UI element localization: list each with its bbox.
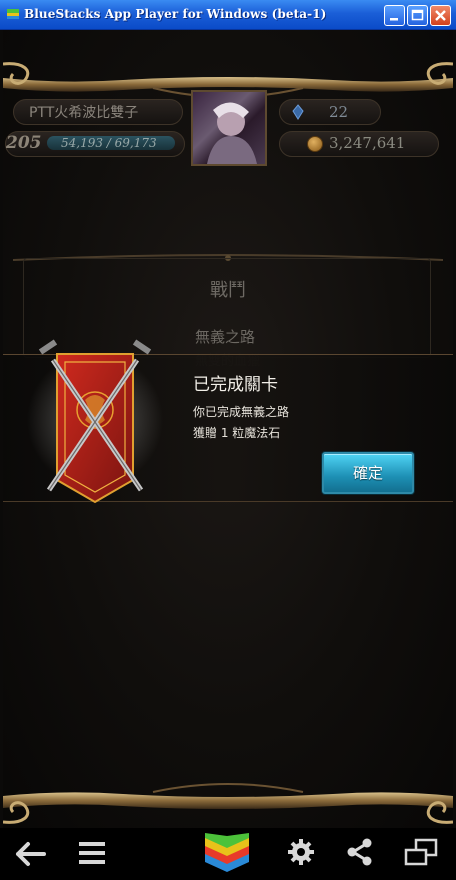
crossed-swords-banner-icon bbox=[27, 339, 163, 504]
navigation-bar bbox=[0, 828, 456, 880]
share-icon[interactable] bbox=[346, 838, 374, 866]
confirm-button[interactable]: 確定 bbox=[322, 452, 414, 494]
gem-count: 22 bbox=[329, 103, 349, 121]
player-avatar[interactable] bbox=[191, 90, 267, 166]
magic-stone-icon bbox=[292, 104, 304, 120]
gold-coin-icon bbox=[307, 136, 323, 152]
maximize-icon[interactable] bbox=[407, 5, 428, 26]
avatar-portrait-icon bbox=[207, 102, 257, 164]
back-icon[interactable] bbox=[14, 840, 48, 868]
dialog-message-line2: 獲贈 1 粒魔法石 bbox=[193, 426, 281, 440]
player-name: PTT火希波比雙子 bbox=[29, 105, 139, 121]
close-icon[interactable] bbox=[430, 5, 451, 26]
minimize-icon[interactable] bbox=[384, 5, 405, 26]
gold-count: 3,247,641 bbox=[329, 134, 406, 152]
dialog-message-line1: 你已完成無義之路 bbox=[193, 405, 290, 419]
dialog-title: 已完成關卡 bbox=[193, 375, 278, 395]
game-screen: PTT火希波比雙子 205 54,193 / 69,173 22 3,247,6… bbox=[3, 30, 453, 828]
menu-icon[interactable] bbox=[78, 840, 106, 866]
stage-name[interactable]: 無義之路 bbox=[195, 326, 255, 347]
settings-icon[interactable] bbox=[287, 838, 315, 866]
bottom-ornament-frame bbox=[3, 783, 453, 824]
bluestacks-logo-icon[interactable] bbox=[202, 832, 252, 876]
window-titlebar[interactable]: BlueStacks App Player for Windows (beta-… bbox=[0, 0, 456, 30]
bluestacks-app-icon bbox=[7, 9, 19, 19]
window-title: BlueStacks App Player for Windows (beta-… bbox=[24, 7, 327, 21]
multi-window-icon[interactable] bbox=[404, 838, 438, 866]
battle-title: 戰鬥 bbox=[210, 280, 246, 301]
player-level: 205 bbox=[6, 133, 42, 153]
exp-value: 54,193 / 69,173 bbox=[61, 136, 157, 150]
